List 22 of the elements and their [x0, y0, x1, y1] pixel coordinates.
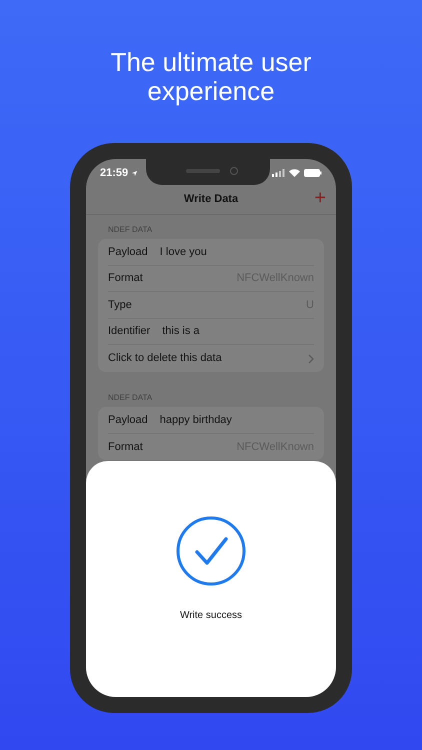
section-header: NDEF DATA — [108, 224, 154, 236]
delete-link[interactable]: Click to delete this data — [108, 350, 222, 367]
row-value: this is a — [162, 324, 200, 340]
row-label: Format — [108, 271, 143, 286]
row-label: Payload — [108, 412, 148, 428]
section-header: NDEF DATA — [108, 392, 154, 404]
checkmark-icon — [176, 516, 246, 586]
wifi-icon — [289, 169, 300, 177]
dialog-message: Write success — [180, 609, 242, 623]
row-label: Identifier — [108, 324, 150, 340]
row-label: Payload — [108, 244, 148, 260]
row-label: Type — [108, 298, 132, 313]
chevron-icon — [308, 354, 314, 364]
row-value: I love you — [160, 244, 207, 260]
location-icon — [131, 170, 138, 176]
row-value: happy birthday — [160, 412, 232, 428]
signal-icon — [272, 169, 285, 177]
status-time: 21:59 — [100, 166, 128, 181]
headline: The ultimate user experience — [110, 48, 312, 106]
row-label: Format — [108, 440, 143, 455]
nav-title: Write Data — [184, 192, 238, 208]
battery-icon — [304, 169, 322, 177]
